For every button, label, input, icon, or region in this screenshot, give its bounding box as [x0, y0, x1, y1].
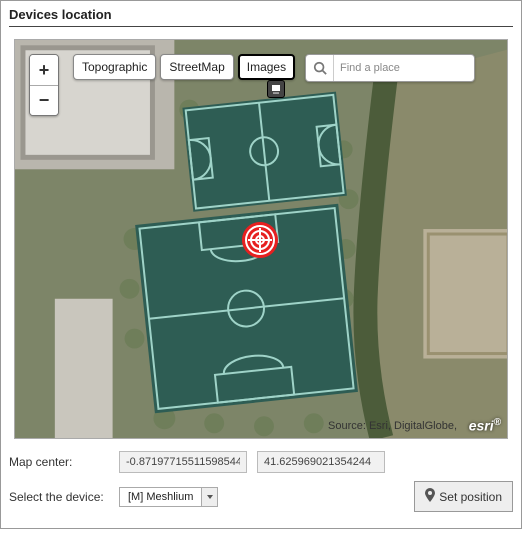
search-icon[interactable]: [306, 55, 334, 81]
map-attribution: Source: Esri, DigitalGlobe,: [328, 420, 457, 432]
zoom-out-button[interactable]: −: [30, 85, 58, 115]
chevron-down-icon[interactable]: [201, 488, 217, 506]
device-select-label: Select the device:: [9, 490, 109, 504]
device-select[interactable]: [M] Meshlium: [119, 487, 218, 507]
basemap-tab-streetmap[interactable]: StreetMap: [160, 54, 233, 80]
map-center-label: Map center:: [9, 455, 109, 469]
map-center-lat[interactable]: [257, 451, 385, 473]
basemap-tab-topographic[interactable]: Topographic: [73, 54, 156, 80]
panel-title: Devices location: [9, 5, 513, 27]
drag-handle-icon[interactable]: [267, 80, 285, 98]
devices-location-panel: Devices location: [0, 0, 522, 529]
device-select-value: [M] Meshlium: [120, 488, 201, 506]
satellite-imagery: [15, 40, 507, 438]
map-form: Map center: Select the device: [M] Meshl…: [9, 451, 513, 512]
pin-icon: [425, 488, 435, 505]
map-canvas[interactable]: + − Topographic StreetMap Images: [14, 39, 508, 439]
zoom-in-button[interactable]: +: [30, 55, 58, 85]
place-search-input[interactable]: [334, 58, 474, 78]
basemap-tab-images[interactable]: Images: [238, 54, 295, 80]
set-position-label: Set position: [439, 490, 502, 504]
map-center-lon[interactable]: [119, 451, 247, 473]
place-search: [305, 54, 475, 82]
zoom-control: + −: [29, 54, 59, 116]
esri-logo: esri®: [469, 417, 501, 434]
basemap-switcher: Topographic StreetMap Images: [73, 54, 295, 80]
set-position-button[interactable]: Set position: [414, 481, 513, 512]
